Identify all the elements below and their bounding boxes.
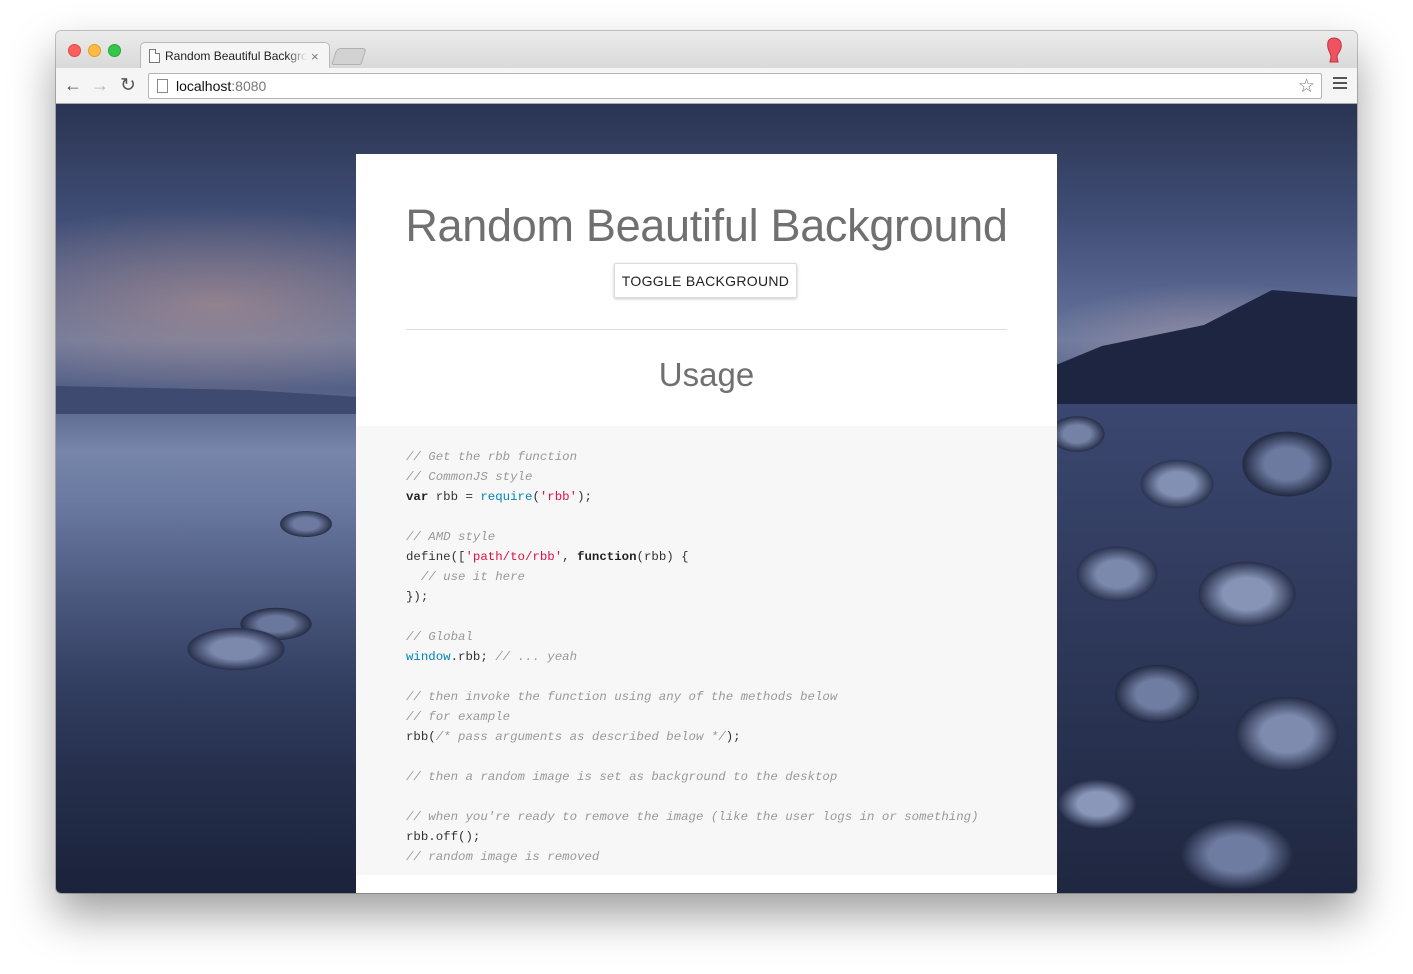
content-card: Random Beautiful Background TOGGLE BACKG… (356, 154, 1057, 893)
code-line: // random image is removed (406, 850, 600, 864)
code-text: ( (532, 490, 540, 504)
page-title: Random Beautiful Background (405, 200, 1008, 251)
close-window-button[interactable] (68, 44, 81, 57)
code-line: // AMD style (406, 530, 496, 544)
code-line: // Get the rbb function (406, 450, 578, 464)
page-info-icon[interactable] (157, 79, 168, 93)
background-rocks-left (56, 504, 356, 893)
code-line: // CommonJS style (406, 470, 533, 484)
code-line: // use it here (406, 570, 525, 584)
url-port: :8080 (231, 78, 267, 94)
page-viewport: Random Beautiful Background TOGGLE BACKG… (56, 104, 1357, 893)
code-line: // Global (406, 630, 473, 644)
background-shore (56, 386, 376, 414)
code-line: rbb.off(); (406, 830, 481, 844)
new-tab-button[interactable] (331, 48, 367, 65)
reload-icon[interactable]: ↻ (117, 74, 139, 96)
code-line: // then a random image is set as backgro… (406, 770, 838, 784)
code-keyword: function (577, 550, 637, 564)
browser-tab[interactable]: Random Beautiful Backgro × (140, 42, 330, 70)
background-rocks-right (1037, 404, 1357, 893)
divider (406, 329, 1007, 330)
menu-icon[interactable] (1333, 77, 1347, 93)
forward-icon[interactable]: → (89, 74, 111, 96)
code-builtin: window (406, 650, 451, 664)
code-line: // when you're ready to remove the image… (406, 810, 979, 824)
code-text: ); (577, 490, 592, 504)
code-string: 'path/to/rbb' (465, 550, 563, 564)
code-keyword: var (406, 490, 429, 504)
code-line: // then invoke the function using any of… (406, 690, 838, 704)
tab-close-icon[interactable]: × (311, 49, 319, 64)
code-text: (rbb) { (636, 550, 689, 564)
page-icon (149, 49, 160, 63)
toggle-background-button[interactable]: TOGGLE BACKGROUND (614, 263, 797, 298)
code-comment: /* pass arguments as described below */ (435, 730, 726, 744)
code-text: define([ (406, 550, 466, 564)
code-text: ); (725, 730, 741, 744)
code-text: rbb = (428, 490, 481, 504)
code-block: // Get the rbb function // CommonJS styl… (356, 426, 1057, 875)
background-mountain (1017, 290, 1357, 409)
code-builtin: require (480, 490, 533, 504)
back-icon[interactable]: ← (62, 74, 84, 96)
code-comment: // ... yeah (495, 650, 578, 664)
title-bar: Random Beautiful Backgro × (56, 31, 1357, 70)
code-line: // for example (406, 710, 511, 724)
usage-heading: Usage (658, 356, 755, 393)
address-bar[interactable]: localhost:8080 ☆ (148, 73, 1322, 99)
profile-icon[interactable] (1325, 37, 1343, 63)
code-text: , (562, 550, 578, 564)
url-host: localhost (176, 78, 232, 94)
zoom-window-button[interactable] (108, 44, 121, 57)
browser-toolbar: ← → ↻ localhost:8080 ☆ (56, 68, 1357, 104)
minimize-window-button[interactable] (88, 44, 101, 57)
code-text: .rbb; (450, 650, 496, 664)
browser-window: Random Beautiful Backgro × ← → ↻ localho… (56, 31, 1357, 893)
code-line: }); (406, 590, 429, 604)
code-text: rbb( (406, 730, 436, 744)
code-string: 'rbb' (539, 490, 578, 504)
tab-title: Random Beautiful Backgro (165, 49, 307, 63)
bookmark-star-icon[interactable]: ☆ (1298, 75, 1315, 98)
